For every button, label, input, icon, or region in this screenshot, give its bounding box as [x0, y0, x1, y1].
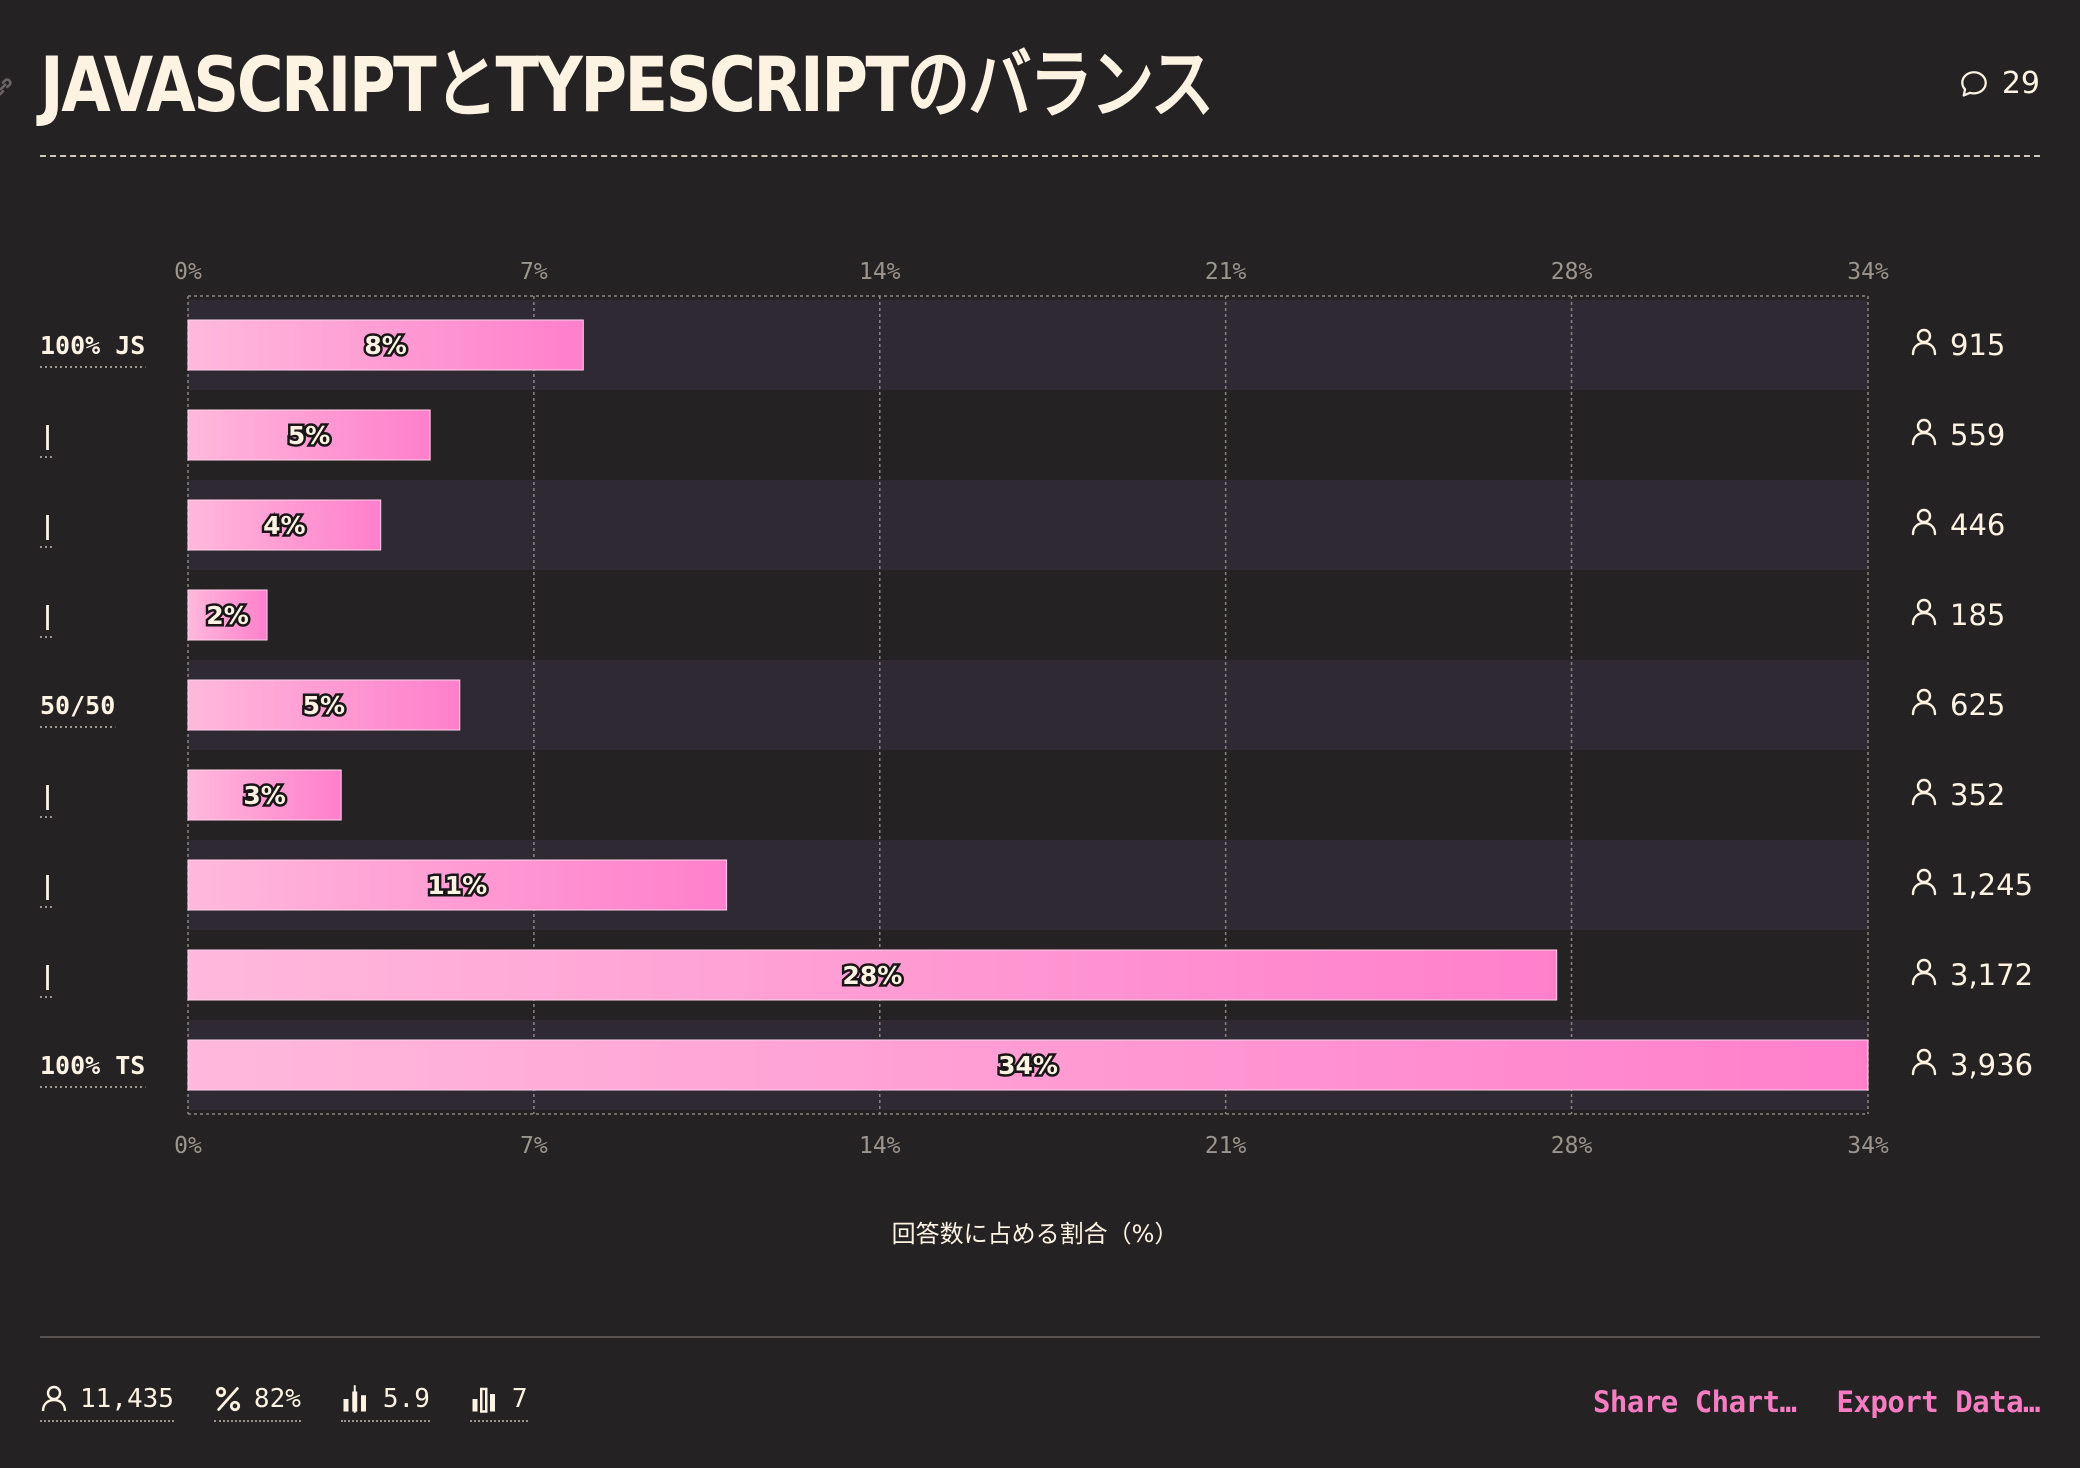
footer-actions: Share Chart… Export Data…	[1593, 1385, 2041, 1419]
bar-value-label: 8%	[364, 331, 406, 360]
x-tick-label-bottom: 14%	[859, 1133, 901, 1159]
person-icon	[1911, 688, 1937, 716]
stat-percent[interactable]: 82%	[213, 1384, 301, 1422]
x-tick-label-top: 21%	[1205, 259, 1247, 285]
person-icon	[1911, 328, 1937, 356]
x-tick-label-bottom: 7%	[520, 1133, 548, 1159]
respondent-count: 1,245	[1950, 868, 2033, 902]
x-tick-label-top: 14%	[859, 259, 901, 285]
category-label[interactable]: 100% JS	[40, 331, 145, 360]
x-tick-label-bottom: 28%	[1551, 1133, 1593, 1159]
bar-value-label: 4%	[263, 511, 305, 540]
person-icon	[1911, 868, 1937, 896]
person-icon	[41, 1385, 67, 1412]
respondent-count: 3,936	[1950, 1048, 2033, 1082]
bar-value-label: 5%	[288, 421, 330, 450]
x-tick-label-bottom: 21%	[1205, 1133, 1247, 1159]
category-label[interactable]: |	[40, 961, 55, 990]
stat-buckets[interactable]: 7	[469, 1384, 528, 1422]
bar-chart: 8% 5% 4% 2% 5% 3% 11% 28% 34% 100% JS | | | 50/50 | | |…	[40, 259, 2033, 1248]
x-axis-top: 0% 7% 14% 21% 28% 34%	[174, 259, 1889, 285]
bar-chart-icon	[472, 1387, 495, 1413]
stat-respondents-value: 11,435	[80, 1384, 174, 1414]
stat-buckets-value: 7	[511, 1384, 528, 1414]
respondent-count: 625	[1950, 688, 2005, 722]
category-label[interactable]: 100% TS	[40, 1051, 145, 1080]
x-axis-bottom: 0% 7% 14% 21% 28% 34%	[174, 1133, 1889, 1159]
bar-value-label: 3%	[243, 781, 285, 810]
respondent-count: 185	[1950, 598, 2005, 632]
category-label[interactable]: |	[40, 511, 55, 540]
stat-average[interactable]: 5.9	[340, 1384, 430, 1422]
category-label[interactable]: 50/50	[40, 691, 115, 720]
bar-value-label: 11%	[427, 871, 487, 900]
x-axis-title: 回答数に占める割合（%）	[892, 1220, 1179, 1248]
person-icon	[1911, 508, 1937, 536]
row-labels: 100% JS | | | 50/50 | | | 100% TS	[40, 331, 146, 1088]
respondent-count: 915	[1950, 328, 2005, 362]
category-label[interactable]: |	[40, 421, 55, 450]
bar-value-label: 28%	[842, 961, 902, 990]
row-band	[188, 480, 1868, 570]
person-icon	[1911, 598, 1937, 626]
footer-divider	[40, 1336, 2040, 1338]
respondent-count: 559	[1950, 418, 2005, 452]
stat-average-value: 5.9	[382, 1384, 430, 1414]
person-icon	[1911, 778, 1937, 806]
stat-respondents[interactable]: 11,435	[40, 1384, 174, 1422]
percent-icon	[215, 1386, 241, 1412]
respondent-count: 446	[1950, 508, 2005, 542]
x-tick-label-top: 0%	[174, 259, 202, 285]
x-tick-label-top: 28%	[1551, 259, 1593, 285]
stat-percent-value: 82%	[253, 1384, 301, 1414]
average-bars-icon	[343, 1385, 366, 1413]
respondent-count: 3,172	[1950, 958, 2033, 992]
x-tick-label-top: 34%	[1847, 259, 1889, 285]
person-icon	[1911, 958, 1937, 986]
x-tick-label-bottom: 0%	[174, 1133, 202, 1159]
category-label[interactable]: |	[40, 601, 55, 630]
category-label[interactable]: |	[40, 871, 55, 900]
x-tick-label-top: 7%	[520, 259, 548, 285]
person-icon	[1911, 1048, 1937, 1076]
bar-value-label: 2%	[206, 601, 248, 630]
footer-stats: 11,435 82% 5.9 7	[40, 1384, 528, 1422]
person-icon	[1911, 418, 1937, 446]
export-data-button[interactable]: Export Data…	[1836, 1385, 2040, 1419]
category-label[interactable]: |	[40, 781, 55, 810]
x-tick-label-bottom: 34%	[1847, 1133, 1889, 1159]
bar-value-label: 34%	[998, 1051, 1058, 1080]
respondent-counts: 915 559 446 185 625 352 1,245 3,172 3,936	[1911, 328, 2033, 1082]
respondent-count: 352	[1950, 778, 2005, 812]
share-chart-button[interactable]: Share Chart…	[1593, 1385, 1797, 1419]
bar-value-label: 5%	[303, 691, 345, 720]
